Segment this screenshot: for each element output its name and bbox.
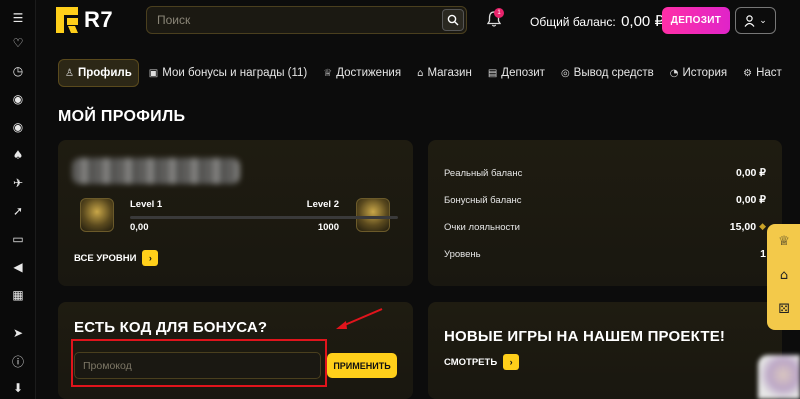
real-balance-row: Реальный баланс 0,00 ₽ [444,167,766,179]
tab-history[interactable]: ◔ История [664,59,733,87]
tab-deposit[interactable]: ▤ Депозит [482,59,551,87]
user-menu-button[interactable]: ⌄ [735,7,776,34]
balance-value: 0,00 ₽ [621,13,664,30]
search-input[interactable] [147,13,442,27]
view-games-label: СМОТРЕТЬ [444,356,498,368]
next-level-label: Level 2 [306,199,339,210]
bonus-balance-label: Бонусный баланс [444,194,522,206]
stats-icon[interactable]: ▦ [8,285,28,305]
promo-code-input[interactable] [74,352,321,379]
menu-collapse-icon[interactable]: ☰ [8,8,28,28]
heart-icon[interactable]: ♡ [8,33,28,53]
tab-label: Магазин [427,67,472,79]
bonus-code-card: ЕСТЬ КОД ДЛЯ БОНУСА? ПРИМЕНИТЬ [58,302,413,399]
tab-label: Вывод средств [573,67,654,79]
cards-icon[interactable]: ♠ [8,145,28,165]
store-icon[interactable]: ⌂ [775,266,793,284]
support-chat-avatar[interactable] [758,355,800,399]
logo[interactable]: R7 [56,4,113,36]
slot-icon[interactable]: ◉ [8,89,28,109]
tab-settings[interactable]: ⚙ Наст [737,59,788,87]
notification-badge: 1 [494,8,504,18]
download-icon[interactable]: ⬇ [8,378,28,398]
info-icon[interactable]: ⓘ [8,351,28,371]
bonus-code-title: ЕСТЬ КОД ДЛЯ БОНУСА? [74,319,268,336]
tab-bonuses[interactable]: ▣ Мои бонусы и награды (11) [143,59,313,87]
loyalty-points-row: Очки лояльности 15,00 ◆ [444,221,766,233]
target-points: 1000 [317,222,339,233]
clock-icon[interactable]: ◷ [8,61,28,81]
all-levels-link[interactable]: ВСЕ УРОВНИ › [74,250,159,266]
plane-icon[interactable]: ✈ [8,173,28,193]
tab-store[interactable]: ⌂ Магазин [411,59,478,87]
search-button[interactable] [442,9,464,31]
trophy-icon: ♕ [323,67,333,79]
username-blurred [72,158,240,184]
history-icon: ◔ [669,67,679,79]
sidebar: ☰ ♡ ◷ ◉ ◉ ♠ ✈ ➚ ▭ ◀ ▦ ➤ ⓘ ⬇ [0,0,36,399]
real-balance-value: 0,00 ₽ [735,167,766,179]
total-balance: Общий баланс: 0,00 ₽ [530,12,664,30]
chevron-right-icon: › [142,250,159,266]
chevron-right-icon: › [503,354,520,370]
coins-icon: ◎ [560,67,570,79]
current-level-label: Level 1 [130,199,163,210]
ticket-icon[interactable]: ▭ [8,229,28,249]
tab-label: Достижения [336,67,402,79]
level-progress-bar [130,216,398,219]
gem-icon: ◆ [759,222,766,232]
search-icon [447,14,459,26]
profile-tabs: ♙ Профиль ▣ Мои бонусы и награды (11) ♕ … [58,59,788,87]
page-title: МОЙ ПРОФИЛЬ [58,108,186,125]
new-games-card: НОВЫЕ ИГРЫ НА НАШЕМ ПРОЕКТЕ! СМОТРЕТЬ › [428,302,782,399]
new-games-title: НОВЫЕ ИГРЫ НА НАШЕМ ПРОЕКТЕ! [444,328,726,345]
view-games-link[interactable]: СМОТРЕТЬ › [444,354,520,370]
trophy-icon[interactable]: ♕ [775,232,793,250]
logo-mark-icon [56,7,78,33]
real-balance-label: Реальный баланс [444,167,523,179]
quick-actions-widget: ♕ ⌂ ⚄ [767,224,800,330]
tab-label: Депозит [501,67,545,79]
current-points: 0,00 [130,222,149,233]
chevron-down-icon: ⌄ [759,15,767,26]
level-label: Уровень [444,248,481,260]
megaphone-icon[interactable]: ◀ [8,257,28,277]
rocket-icon[interactable]: ➚ [8,201,28,221]
bonus-balance-value: 0,00 ₽ [735,194,766,206]
loyalty-points-label: Очки лояльности [444,221,520,233]
user-icon [744,14,755,27]
level-2-badge [356,198,390,232]
level-row: Уровень 1 [444,248,766,260]
search-bar [146,6,467,34]
gift-icon: ▣ [148,67,159,79]
tab-label: Мои бонусы и награды (11) [162,67,308,79]
level-value: 1 [760,248,766,260]
level-1-badge [80,198,114,232]
bonus-balance-row: Бонусный баланс 0,00 ₽ [444,194,766,206]
wallet-icon: ▤ [487,67,498,79]
loyalty-points-value-wrap: 15,00 ◆ [730,221,766,233]
profile-card: Level 1 Level 2 0,00 1000 ВСЕ УРОВНИ › [58,140,413,286]
telegram-icon[interactable]: ➤ [8,323,28,343]
tab-achievements[interactable]: ♕ Достижения [317,59,407,87]
balance-card: Реальный баланс 0,00 ₽ Бонусный баланс 0… [428,140,782,286]
logo-text: R7 [84,7,114,32]
deposit-button[interactable]: ДЕПОЗИТ [662,7,730,34]
balance-label: Общий баланс: [530,15,616,29]
tab-withdraw[interactable]: ◎ Вывод средств [555,59,660,87]
apply-button[interactable]: ПРИМЕНИТЬ [327,353,397,378]
tab-label: Профиль [77,67,132,79]
tab-label: Наст [756,67,782,79]
live-icon[interactable]: ◉ [8,117,28,137]
loyalty-points-value: 15,00 [729,221,757,233]
user-icon: ♙ [65,67,74,79]
all-levels-label: ВСЕ УРОВНИ [74,252,137,264]
gear-icon: ⚙ [743,67,753,79]
notifications-button[interactable]: 1 [486,8,504,30]
store-icon: ⌂ [417,67,424,79]
tab-profile[interactable]: ♙ Профиль [58,59,139,87]
dice-icon[interactable]: ⚄ [775,300,793,318]
tab-label: История [682,67,728,79]
